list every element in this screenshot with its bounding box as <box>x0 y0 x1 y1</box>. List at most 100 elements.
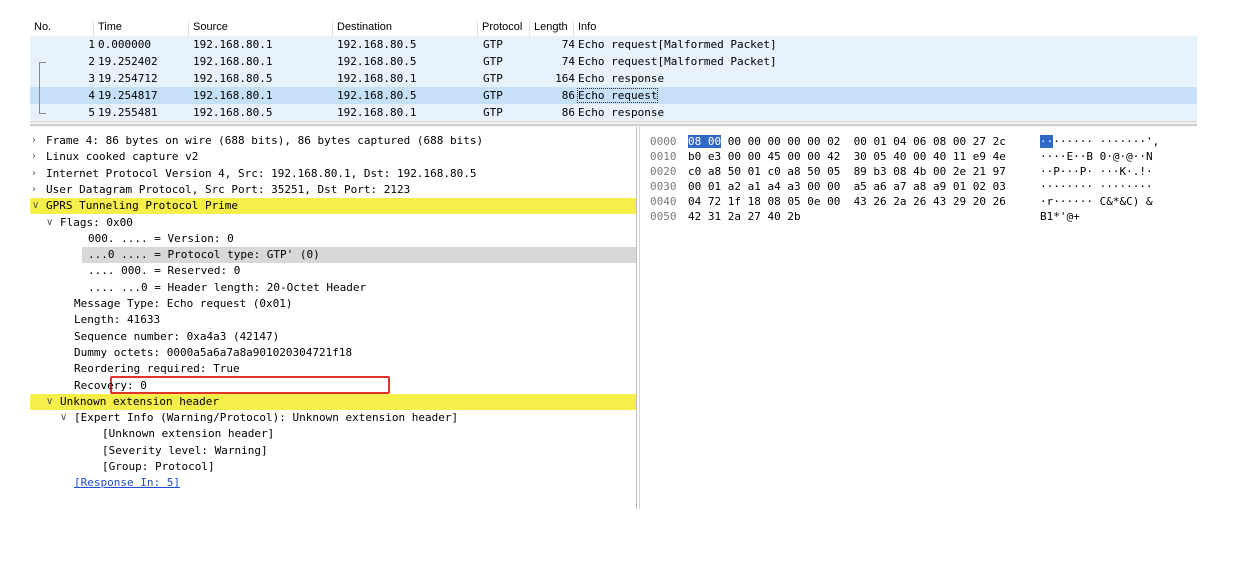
table-row[interactable]: 2 19.252402 192.168.80.1 192.168.80.5 GTP 74 E… <box>30 53 1197 70</box>
packet-protocol: GTP <box>483 72 503 85</box>
detail-text: Frame 4: 86 bytes on wire (688 bits), 86… <box>46 134 484 147</box>
detail-tree-item[interactable]: Message Type: Echo request (0x01) <box>30 296 636 312</box>
packet-info: Echo request[Malformed Packet] <box>578 55 777 68</box>
chevron-right-icon[interactable]: › <box>32 149 42 165</box>
packet-source: 192.168.80.1 <box>193 55 273 68</box>
chevron-down-icon[interactable]: ∨ <box>46 394 56 410</box>
ascii-bytes[interactable]: ····E··B 0·@·@··N <box>1040 149 1153 164</box>
conversation-bracket <box>30 36 50 53</box>
detail-text: [Group: Protocol] <box>102 460 215 473</box>
detail-tree-item[interactable]: ∨ Unknown extension header <box>30 394 636 410</box>
ascii-bytes[interactable]: ········ ·······', <box>1040 134 1159 149</box>
detail-tree-item[interactable]: Dummy octets: 0000a5a6a7a8a901020304721f… <box>30 345 636 361</box>
packet-info-text: Echo response <box>578 72 665 85</box>
detail-text: Message Type: Echo request (0x01) <box>74 297 293 310</box>
detail-tree-item[interactable]: ∨ GPRS Tunneling Protocol Prime <box>30 198 636 214</box>
packet-details-pane[interactable]: › Frame 4: 86 bytes on wire (688 bits), 8… <box>30 127 637 509</box>
hex-bytes[interactable]: c0 a8 50 01 c0 a8 50 05 89 b3 08 4b 00 2… <box>688 164 1006 179</box>
chevron-right-icon[interactable]: › <box>32 133 42 149</box>
detail-tree-item[interactable]: Recovery: 0 <box>30 378 636 394</box>
detail-text: Linux cooked capture v2 <box>46 150 199 163</box>
hex-bytes-text: 42 31 2a 27 40 2b <box>688 210 801 223</box>
packet-time: 19.254817 <box>98 89 158 102</box>
packet-length: 164 <box>555 72 575 85</box>
ascii-bytes[interactable]: ·r······ C&*&C) & <box>1040 194 1153 209</box>
detail-text: Reordering required: True <box>74 362 240 375</box>
detail-tree-item[interactable]: [Group: Protocol] <box>30 459 636 475</box>
detail-text: Unknown extension header <box>60 395 219 408</box>
ascii-bytes[interactable]: ··P···P· ···K·.!· <box>1040 164 1153 179</box>
response-link[interactable]: [Response In: 5] <box>74 475 180 491</box>
packet-info: Echo request[Malformed Packet] <box>578 38 777 51</box>
hex-bytes[interactable]: b0 e3 00 00 45 00 00 42 30 05 40 00 40 1… <box>688 149 1006 164</box>
hex-bytes-selected[interactable]: 08 00 <box>688 135 722 148</box>
detail-tree-item[interactable]: [Response In: 5] <box>30 475 636 491</box>
detail-tree-item[interactable]: .... ...0 = Header length: 20-Octet Head… <box>30 280 636 296</box>
chevron-down-icon[interactable]: ∨ <box>32 198 42 214</box>
table-row[interactable]: 1 0.000000 192.168.80.1 192.168.80.5 GTP 74 Ec… <box>30 36 1197 53</box>
column-header-destination[interactable]: Destination <box>332 21 478 36</box>
detail-tree-item[interactable]: Sequence number: 0xa4a3 (42147) <box>30 329 636 345</box>
packet-bytes-pane[interactable]: 0000 08 00 00 00 00 00 00 02 00 01 04 06 … <box>639 127 1198 509</box>
table-row[interactable]: 5 19.255481 192.168.80.5 192.168.80.1 GTP 86 E… <box>30 104 1197 121</box>
column-header-source[interactable]: Source <box>188 21 333 36</box>
hex-bytes-text: b0 e3 00 00 45 00 00 42 30 05 40 00 40 1… <box>688 150 1006 163</box>
column-header-length[interactable]: Length <box>529 21 574 36</box>
detail-tree-item[interactable]: Reordering required: True <box>30 361 636 377</box>
detail-tree-item[interactable]: › User Datagram Protocol, Src Port: 35251… <box>30 182 636 198</box>
packet-number: 2 <box>88 55 95 68</box>
detail-text: ...0 .... = Protocol type: GTP' (0) <box>88 248 320 261</box>
detail-text: Dummy octets: 0000a5a6a7a8a901020304721f… <box>74 346 353 359</box>
chevron-down-icon[interactable]: ∨ <box>60 410 70 426</box>
hex-bytes[interactable]: 04 72 1f 18 08 05 0e 00 43 26 2a 26 43 2… <box>688 194 1006 209</box>
detail-tree-item[interactable]: › Linux cooked capture v2 <box>30 149 636 165</box>
hex-offset: 0030 <box>650 180 677 193</box>
ascii-bytes[interactable]: B1*'@+ <box>1040 209 1080 224</box>
detail-tree-item[interactable]: ∨ [Expert Info (Warning/Protocol): Unknow… <box>30 410 636 426</box>
packet-length: 86 <box>561 89 575 102</box>
ascii-bytes-text: ······ ·······', <box>1053 135 1160 148</box>
table-row[interactable]: 3 19.254712 192.168.80.5 192.168.80.1 GTP 164… <box>30 70 1197 87</box>
packet-number: 3 <box>88 72 95 85</box>
packet-info-text: Echo request[Malformed Packet] <box>578 38 777 51</box>
detail-text: [Expert Info (Warning/Protocol): Unknown… <box>74 411 459 424</box>
pane-splitter[interactable] <box>30 124 1197 126</box>
detail-text: .... ...0 = Header length: 20-Octet Head… <box>88 281 367 294</box>
packet-protocol: GTP <box>483 89 503 102</box>
column-header-info[interactable]: Info <box>573 21 1198 36</box>
detail-tree-item[interactable]: .... 000. = Reserved: 0 <box>30 263 636 279</box>
packet-destination: 192.168.80.5 <box>337 89 417 102</box>
packet-destination: 192.168.80.5 <box>337 38 417 51</box>
packet-list-rows: 1 0.000000 192.168.80.1 192.168.80.5 GTP 74 Ec… <box>30 36 1197 121</box>
chevron-right-icon[interactable]: › <box>32 166 42 182</box>
packet-source: 192.168.80.1 <box>193 89 273 102</box>
detail-text: Length: 41633 <box>74 313 161 326</box>
ascii-bytes[interactable]: ········ ········ <box>1040 179 1153 194</box>
detail-tree-item[interactable]: [Unknown extension header] <box>30 426 636 442</box>
detail-tree-item[interactable]: ∨ Flags: 0x00 <box>30 215 636 231</box>
detail-tree-item[interactable]: ...0 .... = Protocol type: GTP' (0) <box>82 247 636 263</box>
packet-protocol: GTP <box>483 55 503 68</box>
detail-text: [Severity level: Warning] <box>102 444 268 457</box>
column-header-protocol[interactable]: Protocol <box>477 21 530 36</box>
ascii-bytes-selected[interactable]: ·· <box>1040 135 1054 148</box>
detail-text: GPRS Tunneling Protocol Prime <box>46 199 239 212</box>
detail-tree-item[interactable]: 000. .... = Version: 0 <box>30 231 636 247</box>
column-header-time[interactable]: Time <box>93 21 190 36</box>
packet-info-text: Echo request <box>576 88 659 103</box>
detail-tree-item[interactable]: [Severity level: Warning] <box>30 443 636 459</box>
hex-bytes[interactable]: 00 01 a2 a1 a4 a3 00 00 a5 a6 a7 a8 a9 0… <box>688 179 1006 194</box>
column-header-no[interactable]: No. <box>30 21 94 36</box>
ascii-bytes-text: ········ ········ <box>1040 180 1153 193</box>
table-row[interactable]: 4 19.254817 192.168.80.1 192.168.80.5 GTP 86 E… <box>30 87 1197 104</box>
detail-tree-item[interactable]: › Frame 4: 86 bytes on wire (688 bits), 8… <box>30 133 636 149</box>
packet-list[interactable]: No. Time Source Destination Protocol Len… <box>30 17 1198 127</box>
detail-tree-item[interactable]: › Internet Protocol Version 4, Src: 192.1… <box>30 166 636 182</box>
packet-source: 192.168.80.5 <box>193 72 273 85</box>
detail-tree-item[interactable]: Length: 41633 <box>30 312 636 328</box>
hex-bytes[interactable]: 08 00 00 00 00 00 00 02 00 01 04 06 08 0… <box>688 134 1006 149</box>
chevron-down-icon[interactable]: ∨ <box>46 215 56 231</box>
hex-offset: 0040 <box>650 195 677 208</box>
hex-bytes[interactable]: 42 31 2a 27 40 2b <box>688 209 801 224</box>
chevron-right-icon[interactable]: › <box>32 182 42 198</box>
